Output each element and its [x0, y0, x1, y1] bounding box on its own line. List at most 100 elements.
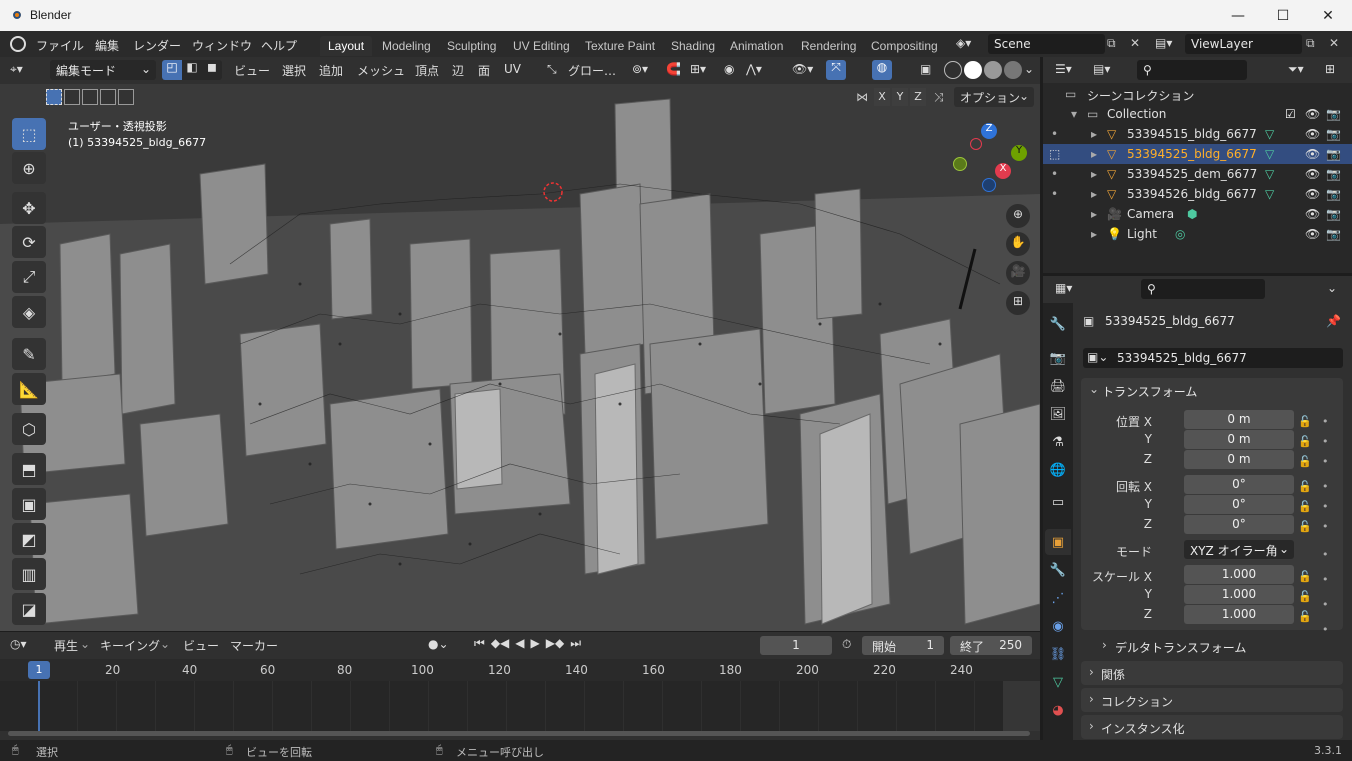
- scene-name-field[interactable]: Scene: [988, 34, 1105, 54]
- timeline-marker-menu[interactable]: マーカー: [230, 637, 278, 654]
- tab-compositing[interactable]: Compositing: [863, 36, 946, 56]
- select-intersect-icon[interactable]: [118, 89, 134, 105]
- select-box-tool-icon[interactable]: ⬚: [12, 118, 46, 150]
- mirror-x-toggle[interactable]: X: [874, 88, 890, 106]
- rotate-tool-icon[interactable]: ⟳: [12, 226, 46, 258]
- annotate-tool-icon[interactable]: ✎: [12, 338, 46, 370]
- knife-tool-icon[interactable]: ◪: [12, 593, 46, 625]
- mode-dropdown[interactable]: 編集モード ⌄: [50, 60, 156, 80]
- display-mode-icon[interactable]: ▤▾: [1093, 62, 1110, 76]
- menu-edge[interactable]: 辺: [452, 62, 464, 79]
- viewlayer-name-field[interactable]: ViewLayer: [1185, 34, 1302, 54]
- pan-hand-icon[interactable]: ✋: [1006, 232, 1030, 256]
- lock-icons-scale[interactable]: 🔓 🔓 🔓: [1298, 567, 1312, 627]
- rotation-mode-dropdown[interactable]: XYZ オイラー角 ⌄: [1184, 540, 1294, 559]
- pivot-icon[interactable]: ⊚▾: [632, 62, 648, 76]
- camera-render-icon[interactable]: 📷: [1326, 167, 1341, 181]
- mesh-data-icon[interactable]: ▽: [1265, 187, 1274, 201]
- gizmo-neg-z[interactable]: [982, 178, 996, 192]
- timeline-view-menu[interactable]: ビュー: [183, 637, 219, 654]
- auto-merge-icon[interactable]: ⤨: [934, 90, 944, 105]
- keyframe-dots-location[interactable]: • • •: [1322, 412, 1329, 472]
- editor-type-icon[interactable]: ⌖▾: [10, 62, 23, 77]
- expand-chevron-icon[interactable]: ›: [1089, 719, 1094, 733]
- next-keyframe-icon[interactable]: ▶◆: [546, 636, 564, 651]
- tab-texture-paint[interactable]: Texture Paint: [577, 36, 663, 56]
- falloff-icon[interactable]: ⋀▾: [746, 62, 762, 76]
- camera-render-icon[interactable]: 📷: [1326, 227, 1341, 241]
- rotation-y-field[interactable]: 0°: [1184, 495, 1294, 514]
- delete-scene-icon[interactable]: ✕: [1130, 36, 1140, 50]
- playhead-line[interactable]: [38, 681, 40, 736]
- modifier-tab-icon[interactable]: 🔧: [1045, 557, 1071, 583]
- timeline-scrollbar[interactable]: [8, 731, 1030, 736]
- jump-start-icon[interactable]: ⏮: [474, 636, 485, 651]
- timeline-tracks[interactable]: [0, 681, 1003, 731]
- play-reverse-icon[interactable]: ◀: [515, 636, 524, 651]
- new-viewlayer-icon[interactable]: ⧉: [1306, 36, 1315, 51]
- tab-sculpting[interactable]: Sculpting: [439, 36, 504, 56]
- camera-render-icon[interactable]: 📷: [1326, 207, 1341, 221]
- expand-chevron-icon[interactable]: ›: [1089, 665, 1094, 679]
- timeline-playback-menu[interactable]: 再生: [54, 637, 78, 654]
- zoom-icon[interactable]: ⊕: [1006, 204, 1030, 228]
- outliner-item-0[interactable]: • ▸ ▽ 53394515_bldg_6677 ▽ 👁 📷: [1043, 124, 1352, 144]
- select-new-icon[interactable]: [46, 89, 62, 105]
- ortho-toggle-icon[interactable]: ⊞: [1006, 291, 1030, 315]
- current-frame-marker[interactable]: 1: [28, 661, 50, 679]
- select-subtract-icon[interactable]: [82, 89, 98, 105]
- light-data-icon[interactable]: ◎: [1175, 227, 1185, 241]
- transform-tool-icon[interactable]: ◈: [12, 296, 46, 328]
- mesh-data-icon[interactable]: ▽: [1265, 167, 1274, 181]
- edit-mode-dot-icon[interactable]: •: [1051, 127, 1058, 141]
- preview-range-icon[interactable]: ⏱: [842, 637, 851, 652]
- camera-render-icon[interactable]: 📷: [1326, 147, 1341, 161]
- loop-cut-tool-icon[interactable]: ▥: [12, 558, 46, 590]
- outliner-editor-type-icon[interactable]: ☰▾: [1055, 62, 1072, 76]
- properties-editor-type-icon[interactable]: ▦▾: [1055, 281, 1072, 295]
- tab-modeling[interactable]: Modeling: [374, 36, 439, 56]
- transform-orientation-dropdown[interactable]: グロー…: [568, 62, 616, 79]
- play-icon[interactable]: ▶: [531, 636, 540, 651]
- expand-chevron-icon[interactable]: ▸: [1091, 207, 1097, 221]
- outliner-item-3[interactable]: • ▸ ▽ 53394526_bldg_6677 ▽ 👁 📷: [1043, 184, 1352, 204]
- expand-chevron-icon[interactable]: ▸: [1091, 127, 1097, 141]
- menu-help[interactable]: ヘルプ: [261, 37, 297, 54]
- solid-shading-icon[interactable]: [964, 61, 982, 79]
- location-z-field[interactable]: 0 m: [1184, 450, 1294, 469]
- vertex-select-icon[interactable]: ◰: [162, 60, 182, 80]
- expand-chevron-icon[interactable]: ▸: [1091, 227, 1097, 241]
- close-button[interactable]: ✕: [1305, 0, 1351, 31]
- extrude-tool-icon[interactable]: ⬒: [12, 453, 46, 485]
- outliner-collection[interactable]: ▾ ▭ Collection ☑ 👁 📷: [1043, 104, 1352, 124]
- collection-tab-icon[interactable]: ▭: [1045, 489, 1071, 515]
- eye-icon[interactable]: 👁: [1305, 127, 1320, 141]
- gizmo-x-axis[interactable]: X: [995, 163, 1011, 179]
- record-icon[interactable]: ●⌄: [428, 637, 449, 651]
- lock-icons-location[interactable]: 🔓 🔓 🔓: [1298, 412, 1312, 472]
- menu-mesh[interactable]: メッシュ: [357, 62, 405, 79]
- select-extend-icon[interactable]: [64, 89, 80, 105]
- scale-z-field[interactable]: 1.000: [1184, 605, 1294, 624]
- new-collection-icon[interactable]: ⊞: [1325, 62, 1335, 76]
- options-dropdown[interactable]: オプション ⌄: [954, 87, 1034, 107]
- location-y-field[interactable]: 0 m: [1184, 430, 1294, 449]
- gizmo-y-axis[interactable]: Y: [1011, 145, 1027, 161]
- bevel-tool-icon[interactable]: ◩: [12, 523, 46, 555]
- world-tab-icon[interactable]: 🌐: [1045, 457, 1071, 483]
- delete-viewlayer-icon[interactable]: ✕: [1329, 36, 1339, 50]
- inset-tool-icon[interactable]: ▣: [12, 488, 46, 520]
- move-tool-icon[interactable]: ✥: [12, 192, 46, 224]
- measure-tool-icon[interactable]: 📐: [12, 373, 46, 405]
- menu-view[interactable]: ビュー: [234, 62, 270, 79]
- tab-layout[interactable]: Layout: [320, 36, 373, 56]
- proportional-edit-icon[interactable]: ◉: [724, 62, 734, 76]
- scene-tab-icon[interactable]: ⚗: [1045, 429, 1071, 455]
- mesh-data-icon[interactable]: ▽: [1265, 127, 1274, 141]
- eye-icon[interactable]: 👁: [1305, 107, 1320, 121]
- face-select-icon[interactable]: ◼: [202, 60, 222, 80]
- rotation-x-field[interactable]: 0°: [1184, 475, 1294, 494]
- gizmo-toggle-icon[interactable]: ⤧: [826, 60, 846, 80]
- cursor-tool-icon[interactable]: ⊕: [12, 152, 46, 184]
- properties-search-field[interactable]: ⚲: [1141, 279, 1265, 299]
